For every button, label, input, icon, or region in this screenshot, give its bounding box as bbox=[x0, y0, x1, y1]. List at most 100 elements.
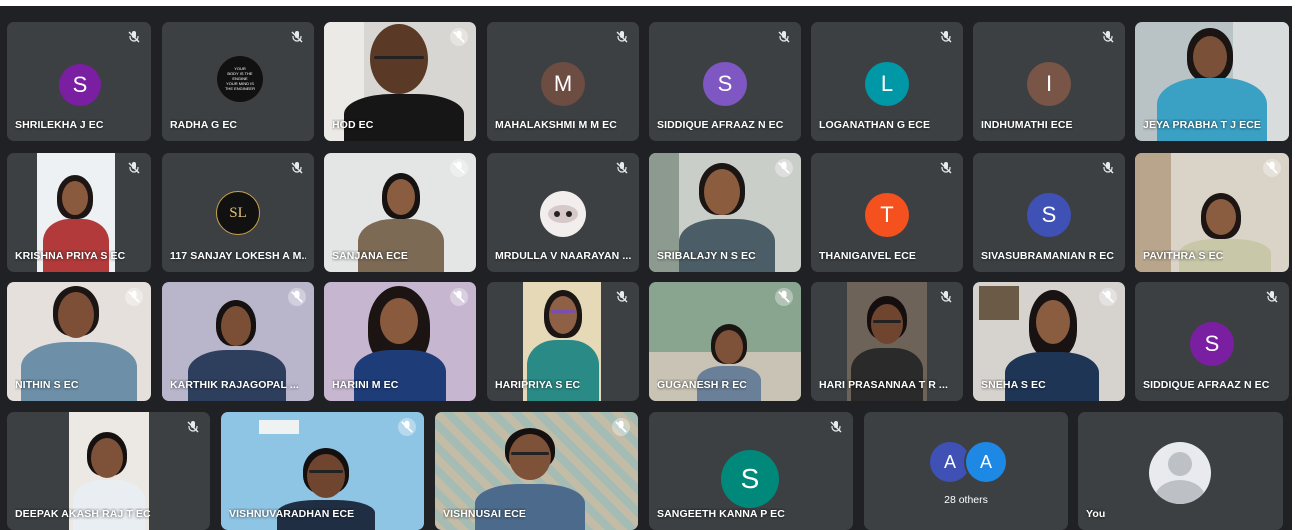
mic-off-icon bbox=[829, 420, 843, 434]
participant-name: VISHNUVARADHAN ECE bbox=[229, 508, 355, 520]
avatar: S bbox=[59, 64, 101, 106]
participant-tile[interactable]: L LOGANATHAN G ECE bbox=[811, 22, 963, 141]
mic-off-icon bbox=[450, 288, 468, 306]
mic-off-icon bbox=[777, 30, 791, 44]
participant-tile[interactable]: I INDHUMATHI ECE bbox=[973, 22, 1125, 141]
profile-logo: SL bbox=[216, 191, 260, 235]
profile-photo bbox=[540, 191, 586, 237]
participant-tile[interactable]: T THANIGAIVEL ECE bbox=[811, 153, 963, 272]
mic-off-icon bbox=[939, 161, 953, 175]
participant-name: THANIGAIVEL ECE bbox=[819, 250, 916, 262]
participant-video-tile[interactable]: HARINI M EC bbox=[324, 282, 476, 401]
participant-name: SNEHA S EC bbox=[981, 379, 1046, 391]
mic-off-icon bbox=[939, 290, 953, 304]
mic-off-icon bbox=[398, 418, 416, 436]
participant-tile[interactable]: S SHRILEKHA J EC bbox=[7, 22, 151, 141]
mic-off-icon bbox=[1101, 161, 1115, 175]
participant-name: JEYA PRABHA T J ECE bbox=[1143, 119, 1262, 131]
participant-tile[interactable]: S SIDDIQUE AFRAAZ N EC bbox=[1135, 282, 1289, 401]
participant-video-tile[interactable]: VISHNUSAI ECE bbox=[435, 412, 638, 530]
participant-video-tile[interactable]: SNEHA S EC bbox=[973, 282, 1125, 401]
mic-off-icon bbox=[1099, 288, 1117, 306]
others-tile[interactable]: A A 28 others bbox=[864, 412, 1068, 530]
participant-tile[interactable]: S SIVASUBRAMANIAN R EC bbox=[973, 153, 1125, 272]
mic-off-icon bbox=[615, 290, 629, 304]
participant-name: 117 SANJAY LOKESH A M... bbox=[170, 250, 306, 262]
participant-video-tile[interactable]: PAVITHRA S EC bbox=[1135, 153, 1289, 272]
default-avatar-icon bbox=[1149, 442, 1211, 504]
participant-tile[interactable]: M MAHALAKSHMI M M EC bbox=[487, 22, 639, 141]
participant-name: SANJANA ECE bbox=[332, 250, 408, 262]
mic-off-icon bbox=[615, 161, 629, 175]
mic-off-icon bbox=[288, 288, 306, 306]
participant-tile[interactable]: S SANGEETH KANNA P EC bbox=[649, 412, 853, 530]
avatar: M bbox=[541, 62, 585, 106]
participant-name: LOGANATHAN G ECE bbox=[819, 119, 931, 131]
participant-video-tile[interactable]: DEEPAK AKASH RAJ T EC bbox=[7, 412, 210, 530]
avatar: T bbox=[865, 193, 909, 237]
others-count: 28 others bbox=[944, 494, 988, 506]
participant-name: GUGANESH R EC bbox=[657, 379, 747, 391]
participant-name: SIVASUBRAMANIAN R EC bbox=[981, 250, 1115, 262]
avatar: S bbox=[1190, 322, 1234, 366]
participant-name: SANGEETH KANNA P EC bbox=[657, 508, 785, 520]
mic-off-icon bbox=[450, 159, 468, 177]
participant-tile[interactable]: SL 117 SANJAY LOKESH A M... bbox=[162, 153, 314, 272]
participant-video-tile[interactable]: KRISHNA PRIYA S EC bbox=[7, 153, 151, 272]
participant-name: DEEPAK AKASH RAJ T EC bbox=[15, 508, 151, 520]
participant-video-tile[interactable]: VISHNUVARADHAN ECE bbox=[221, 412, 424, 530]
participant-name: PAVITHRA S EC bbox=[1143, 250, 1224, 262]
participant-name: MAHALAKSHMI M M EC bbox=[495, 119, 617, 131]
participant-video-tile[interactable]: GUGANESH R EC bbox=[649, 282, 801, 401]
mic-off-icon bbox=[1101, 30, 1115, 44]
participant-name: VISHNUSAI ECE bbox=[443, 508, 526, 520]
avatar: A bbox=[964, 440, 1008, 484]
participant-name: SIDDIQUE AFRAAZ N EC bbox=[657, 119, 784, 131]
mic-off-icon bbox=[186, 420, 200, 434]
mic-off-icon bbox=[1265, 290, 1279, 304]
participant-name: HARI PRASANNAA T R ... bbox=[819, 379, 948, 391]
profile-logo: YOUR BODY IS THE ENGINE YOUR MIND IS THE ENG… bbox=[217, 56, 263, 102]
participant-name: KRISHNA PRIYA S EC bbox=[15, 250, 126, 262]
participant-name: NITHIN S EC bbox=[15, 379, 79, 391]
participant-name: KARTHIK RAJAGOPAL ... bbox=[170, 379, 299, 391]
participant-video-tile[interactable]: JEYA PRABHA T J ECE bbox=[1135, 22, 1289, 141]
participant-video-tile[interactable]: NITHIN S EC bbox=[7, 282, 151, 401]
mic-off-icon bbox=[615, 30, 629, 44]
participant-tile[interactable]: YOUR BODY IS THE ENGINE YOUR MIND IS THE ENG… bbox=[162, 22, 314, 141]
mic-off-icon bbox=[125, 288, 143, 306]
mic-off-icon bbox=[127, 30, 141, 44]
participant-tile[interactable]: S SIDDIQUE AFRAAZ N EC bbox=[649, 22, 801, 141]
mic-off-icon bbox=[127, 161, 141, 175]
avatar: S bbox=[1027, 193, 1071, 237]
participant-name: SRIBALAJY N S EC bbox=[657, 250, 756, 262]
mic-off-icon bbox=[775, 159, 793, 177]
mic-off-icon bbox=[612, 418, 630, 436]
participant-name: HOD EC bbox=[332, 119, 374, 131]
participant-name: SIDDIQUE AFRAAZ N EC bbox=[1143, 379, 1270, 391]
participant-video-tile[interactable]: SANJANA ECE bbox=[324, 153, 476, 272]
participant-name: SHRILEKHA J EC bbox=[15, 119, 104, 131]
participant-name: HARIPRIYA S EC bbox=[495, 379, 581, 391]
self-tile[interactable]: You bbox=[1078, 412, 1283, 530]
mic-off-icon bbox=[939, 30, 953, 44]
participant-name: MRDULLA V NAARAYAN ... bbox=[495, 250, 631, 262]
mic-off-icon bbox=[1263, 159, 1281, 177]
participant-name: RADHA G EC bbox=[170, 119, 238, 131]
mic-off-icon bbox=[450, 28, 468, 46]
meeting-grid: S SHRILEKHA J EC YOUR BODY IS THE ENGINE YO… bbox=[0, 6, 1292, 530]
mic-off-icon bbox=[290, 30, 304, 44]
participant-video-tile[interactable]: KARTHIK RAJAGOPAL ... bbox=[162, 282, 314, 401]
participant-name: HARINI M EC bbox=[332, 379, 399, 391]
participant-video-tile[interactable]: HOD EC bbox=[324, 22, 476, 141]
avatar: S bbox=[703, 62, 747, 106]
mic-off-icon bbox=[775, 288, 793, 306]
participant-video-tile[interactable]: SRIBALAJY N S EC bbox=[649, 153, 801, 272]
avatar: S bbox=[721, 450, 779, 508]
participant-video-tile[interactable]: HARI PRASANNAA T R ... bbox=[811, 282, 963, 401]
participant-video-tile[interactable]: HARIPRIYA S EC bbox=[487, 282, 639, 401]
participant-name: You bbox=[1086, 508, 1106, 520]
participant-tile[interactable]: MRDULLA V NAARAYAN ... bbox=[487, 153, 639, 272]
avatar: I bbox=[1027, 62, 1071, 106]
mic-off-icon bbox=[290, 161, 304, 175]
